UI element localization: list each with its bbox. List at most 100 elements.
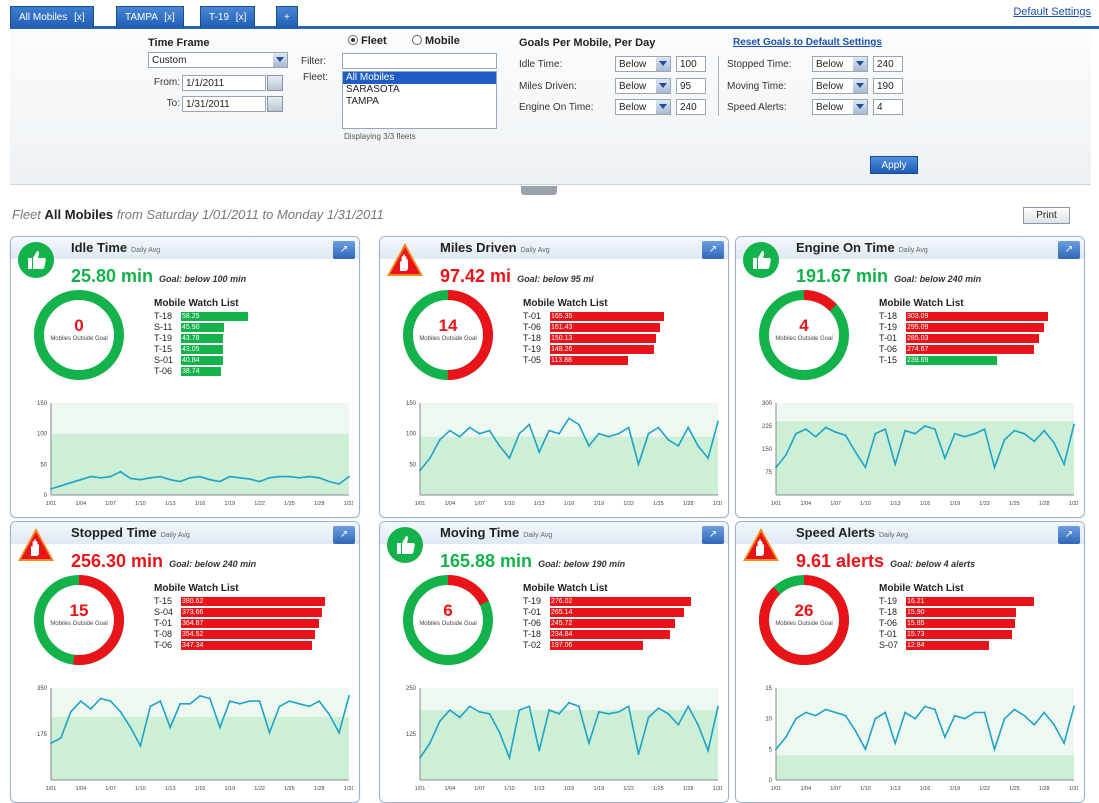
goal-op-select[interactable]: Below [615, 78, 671, 94]
print-button[interactable]: Print [1023, 207, 1070, 224]
watch-list-item[interactable]: T-18 58.25 [154, 311, 344, 322]
watch-list-item[interactable]: T-01 265.14 [523, 607, 713, 618]
goal-value-input[interactable]: 100 [676, 56, 706, 72]
x-tick-label: 1/04 [444, 501, 455, 507]
goal-value-input[interactable]: 240 [873, 56, 903, 72]
trend-point [617, 711, 620, 713]
trend-point [119, 470, 122, 473]
watch-value: 15.85 [907, 620, 925, 627]
collapse-panel-handle[interactable] [521, 186, 557, 195]
radio-mobile[interactable]: Mobile [412, 35, 460, 47]
default-settings-link[interactable]: Default Settings [1013, 6, 1091, 18]
watch-list-item[interactable]: T-19 295.09 [879, 322, 1069, 333]
goal-value-input[interactable]: 190 [873, 78, 903, 94]
watch-list-item[interactable]: T-01 15.73 [879, 629, 1069, 640]
expand-icon[interactable]: ↗ [702, 526, 724, 544]
watch-list-item[interactable]: S-04 373.66 [154, 607, 344, 618]
watch-list-item[interactable]: T-01 285.03 [879, 333, 1069, 344]
trend-point [1063, 463, 1065, 466]
watch-list-item[interactable]: T-02 197.06 [523, 640, 713, 651]
calendar-icon[interactable] [267, 96, 283, 112]
watch-list-item[interactable]: S-01 40.84 [154, 355, 344, 366]
watch-list-item[interactable]: T-19 16.21 [879, 596, 1069, 607]
trend-point [488, 712, 491, 715]
x-tick-label: 1/04 [444, 786, 455, 792]
watch-list-item[interactable]: T-06 38.74 [154, 366, 344, 377]
add-tab-button[interactable]: + [276, 6, 298, 28]
tab-all-mobiles[interactable]: All Mobiles [x] [10, 6, 94, 28]
fleet-option[interactable]: All Mobiles [343, 72, 496, 84]
tab-t19[interactable]: T-19 [x] [200, 6, 256, 28]
filter-input[interactable] [342, 53, 497, 69]
mobile-id: T-06 [523, 618, 542, 628]
fleet-option[interactable]: SARASOTA [343, 84, 496, 96]
radio-fleet[interactable]: Fleet [348, 35, 387, 47]
watch-list-item[interactable]: T-01 165.35 [523, 311, 713, 322]
goal-op-select[interactable]: Below [812, 78, 868, 94]
reset-goals-link[interactable]: Reset Goals to Default Settings [733, 37, 882, 48]
x-tick-label: 1/25 [1009, 501, 1020, 507]
goal-op-select[interactable]: Below [812, 99, 868, 115]
goal-op-select[interactable]: Below [615, 56, 671, 72]
trend-point [697, 445, 699, 447]
watch-list-item[interactable]: T-18 234.84 [523, 629, 713, 640]
expand-icon[interactable]: ↗ [333, 241, 355, 259]
tab-close[interactable]: [x] [236, 12, 247, 23]
x-tick-label: 1/31 [1069, 501, 1078, 507]
watch-list-item[interactable]: T-06 15.85 [879, 618, 1069, 629]
watch-list-item[interactable]: S-07 12.84 [879, 640, 1069, 651]
goal-op-select[interactable]: Below [615, 99, 671, 115]
trend-point [228, 475, 231, 478]
tab-close[interactable]: [x] [164, 12, 175, 23]
apply-button[interactable]: Apply [870, 156, 918, 174]
goal-value-input[interactable]: 240 [676, 99, 706, 115]
to-date-input[interactable]: 1/31/2011 [182, 96, 266, 112]
watch-list-item[interactable]: T-15 239.69 [879, 355, 1069, 366]
tab-close[interactable]: [x] [74, 12, 85, 23]
from-date-input[interactable]: 1/1/2011 [182, 75, 266, 91]
expand-icon[interactable]: ↗ [702, 241, 724, 259]
watch-list-item[interactable]: T-05 113.88 [523, 355, 713, 366]
tab-tampa[interactable]: TAMPA [x] [116, 6, 184, 28]
calendar-icon[interactable] [267, 75, 283, 91]
goal-value-input[interactable]: 4 [873, 99, 903, 115]
watch-list-item[interactable]: T-19 276.02 [523, 596, 713, 607]
trend-chart: 150 100 50 0 1/01 1/04 1/07 1/10 1/13 1/16 1/19 1/2… [27, 397, 354, 515]
card-title: Stopped Time Daily Avg [71, 525, 190, 540]
watch-list-item[interactable]: T-18 15.90 [879, 607, 1069, 618]
trend-point [60, 484, 62, 487]
goal-value-input[interactable]: 95 [676, 78, 706, 94]
trend-point [924, 705, 926, 708]
fleet-listbox[interactable]: All Mobiles SARASOTA TAMPA [342, 71, 497, 129]
card-title: Miles Driven Daily Avg [440, 240, 550, 255]
y-tick-label: 225 [762, 424, 773, 430]
expand-icon[interactable]: ↗ [1058, 241, 1080, 259]
watch-list-item[interactable]: T-18 303.09 [879, 311, 1069, 322]
watch-list-item[interactable]: T-15 380.62 [154, 596, 344, 607]
time-frame-select[interactable]: Custom [148, 52, 288, 68]
watch-list-item[interactable]: T-06 161.43 [523, 322, 713, 333]
x-tick-label: 1/10 [135, 786, 146, 792]
watch-list-item[interactable]: T-19 43.78 [154, 333, 344, 344]
watch-list-item[interactable]: S-11 45.90 [154, 322, 344, 333]
watch-list-item[interactable]: T-06 347.34 [154, 640, 344, 651]
fleet-option[interactable]: TAMPA [343, 96, 496, 108]
trend-point [89, 708, 92, 710]
goal-op-select[interactable]: Below [812, 56, 868, 72]
trend-point [498, 731, 501, 734]
trend-point [278, 475, 281, 478]
watch-list-item[interactable]: T-08 354.52 [154, 629, 344, 640]
watch-list-item[interactable]: T-15 43.05 [154, 344, 344, 355]
watch-value: 58.25 [182, 313, 200, 320]
watch-list-item[interactable]: T-06 245.72 [523, 618, 713, 629]
trend-point [129, 726, 132, 729]
trend-point [199, 695, 201, 697]
watch-list-item[interactable]: T-01 364.87 [154, 618, 344, 629]
watch-list-item[interactable]: T-19 148.26 [523, 344, 713, 355]
x-tick-label: 1/07 [830, 501, 841, 507]
watch-list-item[interactable]: T-06 274.67 [879, 344, 1069, 355]
mobile-id: S-01 [154, 355, 174, 365]
watch-list-item[interactable]: T-18 150.13 [523, 333, 713, 344]
expand-icon[interactable]: ↗ [1058, 526, 1080, 544]
expand-icon[interactable]: ↗ [333, 526, 355, 544]
